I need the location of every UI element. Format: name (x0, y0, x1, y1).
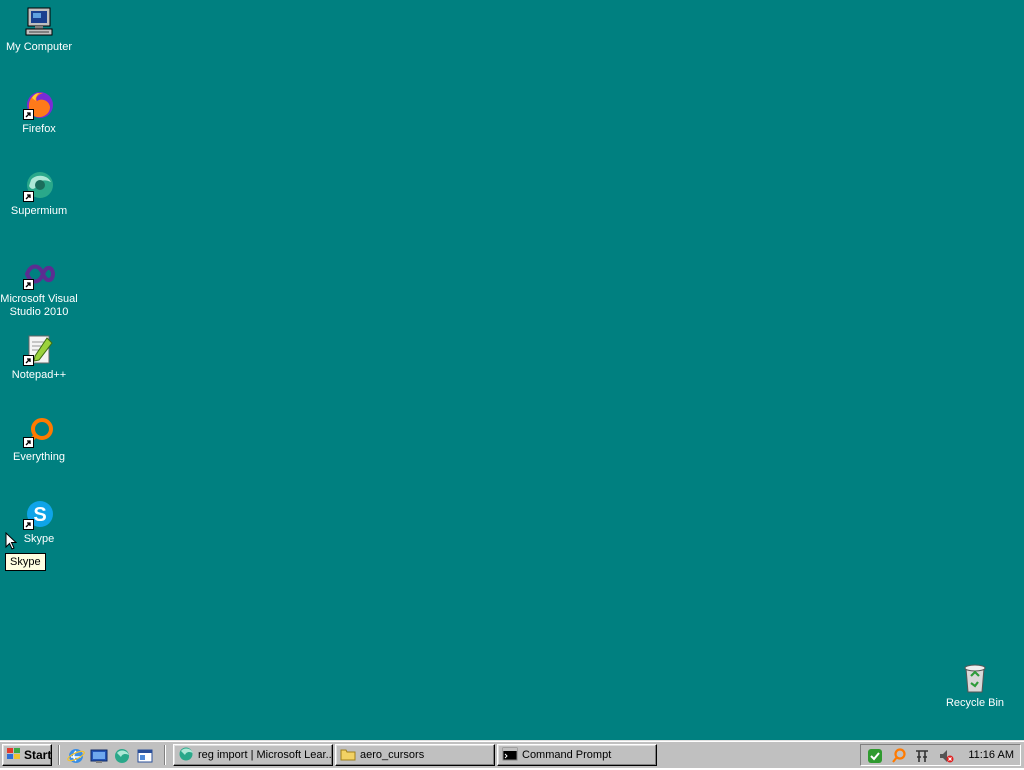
system-tray: 11:16 AM (860, 744, 1021, 766)
desktop-icon-everything[interactable]: Everything (0, 416, 78, 464)
taskbar: Start reg import | Microsoft Lear... aer… (0, 740, 1024, 768)
explorer-icon[interactable] (136, 747, 154, 765)
recycle-bin-icon (959, 662, 991, 694)
task-button-label: aero_cursors (360, 749, 425, 761)
desktop-icon-label: Firefox (22, 123, 56, 135)
input-method-icon[interactable] (914, 748, 930, 764)
desktop-icon-notepad-plus-plus[interactable]: Notepad++ (0, 334, 78, 382)
shortcut-arrow-icon (23, 437, 34, 448)
svg-text:S: S (33, 504, 46, 526)
desktop-icon-visual-studio-2010[interactable]: Microsoft Visual Studio 2010 (0, 258, 78, 319)
shortcut-arrow-icon (23, 191, 34, 202)
desktop-icon-firefox[interactable]: Firefox (0, 88, 78, 136)
security-check-icon[interactable] (867, 748, 883, 764)
start-button[interactable]: Start (2, 744, 52, 766)
desktop-icon-label: Recycle Bin (945, 697, 1005, 709)
clock[interactable]: 11:16 AM (968, 749, 1014, 761)
firefox-icon (23, 88, 55, 120)
desktop-icon-supermium[interactable]: Supermium (0, 170, 78, 218)
notepad-plus-plus-icon (23, 334, 55, 366)
mouse-cursor-icon (5, 531, 18, 555)
desktop-icon-recycle-bin[interactable]: Recycle Bin (936, 662, 1014, 710)
search-icon[interactable] (891, 748, 907, 764)
tooltip: Skype (5, 553, 46, 571)
desktop-icon-label: Supermium (10, 205, 68, 217)
supermium-icon (23, 170, 55, 202)
skype-icon: S (23, 498, 55, 530)
folder-icon (340, 746, 356, 765)
windows-logo-icon (6, 747, 22, 764)
shortcut-arrow-icon (23, 109, 34, 120)
internet-explorer-icon[interactable] (67, 747, 85, 765)
everything-icon (23, 416, 55, 448)
taskbar-separator (58, 745, 60, 765)
desktop: My Computer Firefox Supermium Microsoft … (0, 0, 1024, 740)
taskbar-separator (164, 745, 166, 765)
supermium-icon (178, 746, 194, 765)
command-prompt-icon (502, 746, 518, 765)
shortcut-arrow-icon (23, 279, 34, 290)
volume-muted-icon[interactable] (938, 748, 954, 764)
visual-studio-icon (23, 258, 56, 290)
my-computer-icon (23, 6, 55, 38)
desktop-icon-label: Everything (13, 451, 65, 463)
task-button-command-prompt[interactable]: Command Prompt (497, 744, 657, 766)
task-button-reg-import[interactable]: reg import | Microsoft Lear... (173, 744, 333, 766)
desktop-icon-label: Notepad++ (11, 369, 67, 381)
desktop-icon-label: My Computer (5, 41, 73, 53)
show-desktop-icon[interactable] (90, 747, 108, 765)
task-button-label: reg import | Microsoft Lear... (198, 749, 333, 761)
shortcut-arrow-icon (23, 519, 34, 530)
task-button-label: Command Prompt (522, 749, 612, 761)
start-label: Start (24, 748, 52, 762)
task-button-aero-cursors[interactable]: aero_cursors (335, 744, 495, 766)
shortcut-arrow-icon (23, 355, 34, 366)
supermium-icon[interactable] (113, 747, 131, 765)
desktop-icon-my-computer[interactable]: My Computer (0, 6, 78, 54)
desktop-icon-label: Microsoft Visual Studio 2010 (0, 293, 78, 318)
